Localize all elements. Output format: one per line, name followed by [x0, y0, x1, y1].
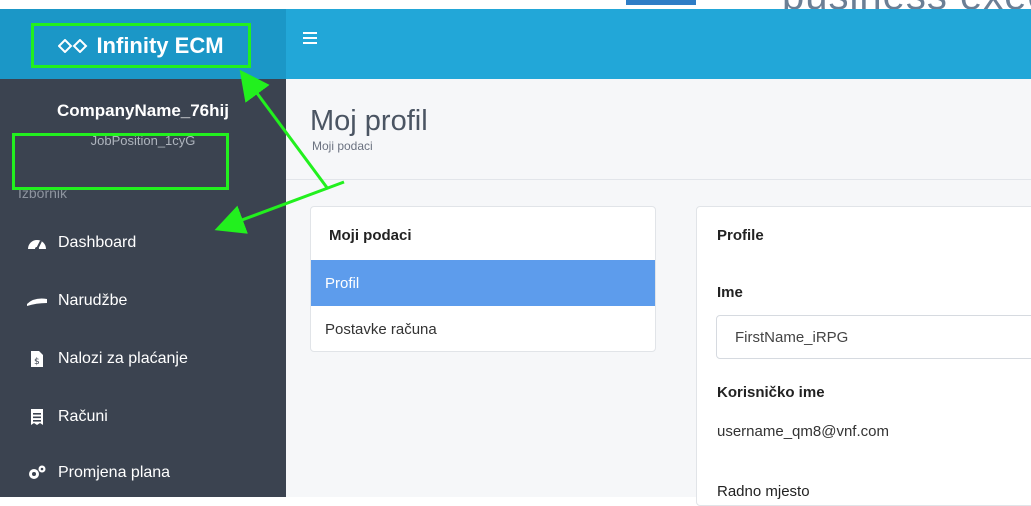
- content-header: Moj profil Moji podaci: [286, 79, 1031, 180]
- my-data-card: Moji podaci Profil Postavke računa: [310, 206, 656, 352]
- orders-icon: [26, 292, 48, 310]
- name-label: Ime: [717, 284, 743, 301]
- dashboard-icon: [26, 234, 48, 252]
- sidebar-item-change-plan[interactable]: Promjena plana: [12, 445, 286, 501]
- sidebar-item-label: Nalozi za plaćanje: [58, 350, 188, 367]
- sidebar-item-label: Računi: [58, 408, 108, 425]
- sidebar-item-label: Narudžbe: [58, 292, 128, 309]
- sidebar-item-label: Promjena plana: [58, 464, 171, 481]
- profile-card: Profile Ime Korisničko ime username_qm8@…: [696, 206, 1031, 506]
- sidebar-item-dashboard[interactable]: Dashboard: [12, 215, 286, 271]
- menu-toggle-icon[interactable]: [303, 32, 317, 46]
- sidebar-item-label: Dashboard: [58, 234, 137, 251]
- crop-blue-bar: [626, 0, 696, 5]
- company-name: CompanyName_76hij: [57, 101, 229, 120]
- svg-text:$: $: [34, 357, 40, 367]
- username-label: Korisničko ime: [717, 384, 825, 401]
- sidebar-item-invoices[interactable]: Računi: [12, 389, 286, 445]
- brand-name: Infinity ECM: [96, 32, 224, 58]
- sidebar-item-payment-orders[interactable]: $ Nalozi za plaćanje: [12, 331, 286, 387]
- top-crop-text: business exec: [782, 0, 1031, 9]
- username-value: username_qm8@vnf.com: [717, 423, 889, 440]
- name-input[interactable]: [716, 315, 1031, 359]
- top-crop-strip: business exec: [0, 0, 1031, 9]
- job-label: Radno mjesto: [717, 483, 810, 500]
- menu-item-account-settings[interactable]: Postavke računa: [311, 306, 655, 352]
- page-title: Moj profil: [310, 105, 428, 137]
- invoice-icon: [26, 408, 48, 426]
- cogs-icon: [26, 464, 48, 482]
- brand-logo[interactable]: Infinity ECM: [31, 23, 251, 68]
- sidebar-item-orders[interactable]: Narudžbe: [12, 273, 286, 329]
- card-title: Moji podaci: [329, 227, 412, 244]
- page-subtitle: Moji podaci: [312, 139, 373, 153]
- payment-order-icon: $: [26, 350, 48, 368]
- card-title: Profile: [717, 227, 764, 244]
- dashboard-highlight-box: [12, 133, 229, 190]
- menu-item-profile[interactable]: Profil: [311, 260, 655, 306]
- infinity-diamond-icon: [58, 38, 88, 53]
